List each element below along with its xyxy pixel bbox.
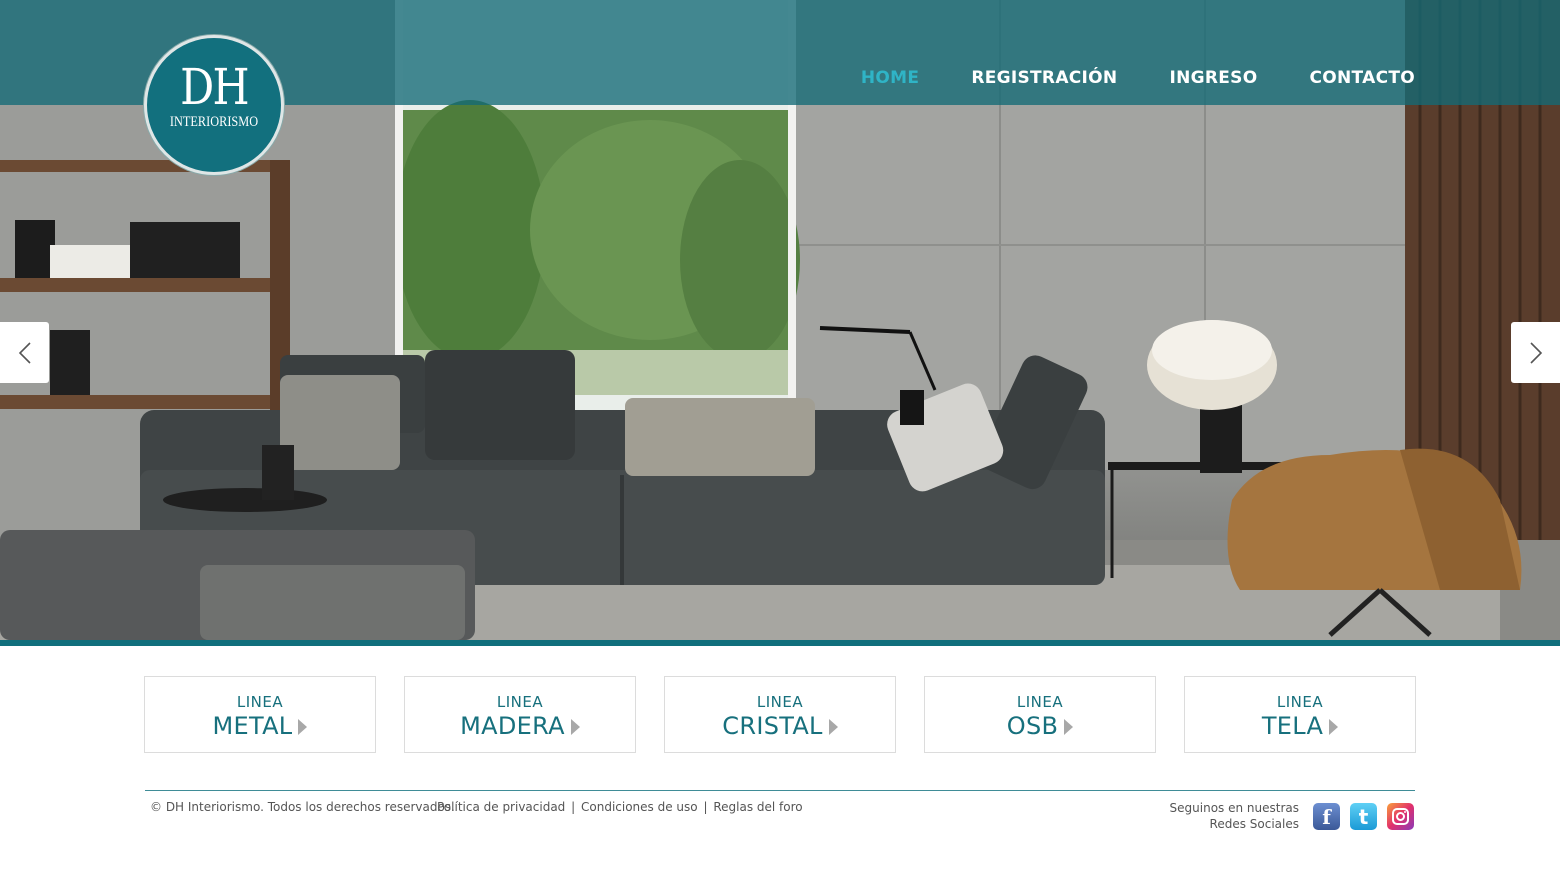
slider-next-button[interactable] (1511, 322, 1560, 383)
logo-subtitle: INTERIORISMO (169, 114, 259, 130)
privacy-link[interactable]: Política de privacidad (437, 800, 565, 814)
line-name: OSB (1006, 712, 1059, 740)
line-kicker: LINEA (236, 693, 284, 711)
social-caption: Seguinos en nuestras Redes Sociales (1170, 800, 1299, 832)
instagram-icon[interactable] (1387, 803, 1414, 830)
nav-ingreso[interactable]: INGRESO (1169, 68, 1257, 88)
copyright-text: © DH Interiorismo. Todos los derechos re… (150, 800, 455, 814)
line-name: MADERA (460, 712, 565, 740)
line-name: TELA (1261, 712, 1324, 740)
chevron-left-icon (18, 341, 31, 364)
social-caption-line1: Seguinos en nuestras (1169, 801, 1299, 815)
triangle-right-icon (298, 719, 308, 735)
chevron-right-icon (1529, 341, 1542, 364)
main-nav: HOME REGISTRACIÓN INGRESO CONTACTO (809, 68, 1415, 88)
line-kicker: LINEA (1016, 693, 1064, 711)
camera-glyph (1392, 808, 1409, 825)
triangle-right-icon (1064, 719, 1074, 735)
terms-link[interactable]: Condiciones de uso (581, 800, 698, 814)
link-separator: | (703, 800, 708, 814)
legal-links: Política de privacidad | Condiciones de … (437, 800, 803, 814)
logo-title: DH (180, 58, 249, 116)
line-card-cristal[interactable]: LINEA CRISTAL (664, 676, 896, 753)
hero-slider: HOME REGISTRACIÓN INGRESO CONTACTO DH IN… (0, 0, 1560, 640)
line-card-madera[interactable]: LINEA MADERA (404, 676, 636, 753)
line-kicker: LINEA (1276, 693, 1324, 711)
nav-contacto[interactable]: CONTACTO (1309, 68, 1415, 88)
social-caption-line2: Redes Sociales (1209, 817, 1299, 831)
forum-rules-link[interactable]: Reglas del foro (713, 800, 802, 814)
footer-divider (145, 790, 1415, 791)
line-card-tela[interactable]: LINEA TELA (1184, 676, 1416, 753)
product-lines: LINEA METAL LINEA MADERA LINEA CRISTAL L… (144, 676, 1416, 753)
line-name: METAL (212, 712, 293, 740)
nav-registracion[interactable]: REGISTRACIÓN (971, 68, 1117, 88)
nav-home[interactable]: HOME (861, 68, 919, 88)
triangle-right-icon (1329, 719, 1339, 735)
twitter-icon[interactable]: t (1350, 803, 1377, 830)
brand-logo[interactable]: DH INTERIORISMO (144, 35, 284, 175)
facebook-icon[interactable]: f (1313, 803, 1340, 830)
line-name: CRISTAL (722, 712, 823, 740)
line-card-osb[interactable]: LINEA OSB (924, 676, 1156, 753)
link-separator: | (571, 800, 576, 814)
hero-divider (0, 640, 1560, 646)
slider-prev-button[interactable] (0, 322, 49, 383)
triangle-right-icon (570, 719, 580, 735)
line-kicker: LINEA (756, 693, 804, 711)
line-kicker: LINEA (496, 693, 544, 711)
triangle-right-icon (828, 719, 838, 735)
line-card-metal[interactable]: LINEA METAL (144, 676, 376, 753)
